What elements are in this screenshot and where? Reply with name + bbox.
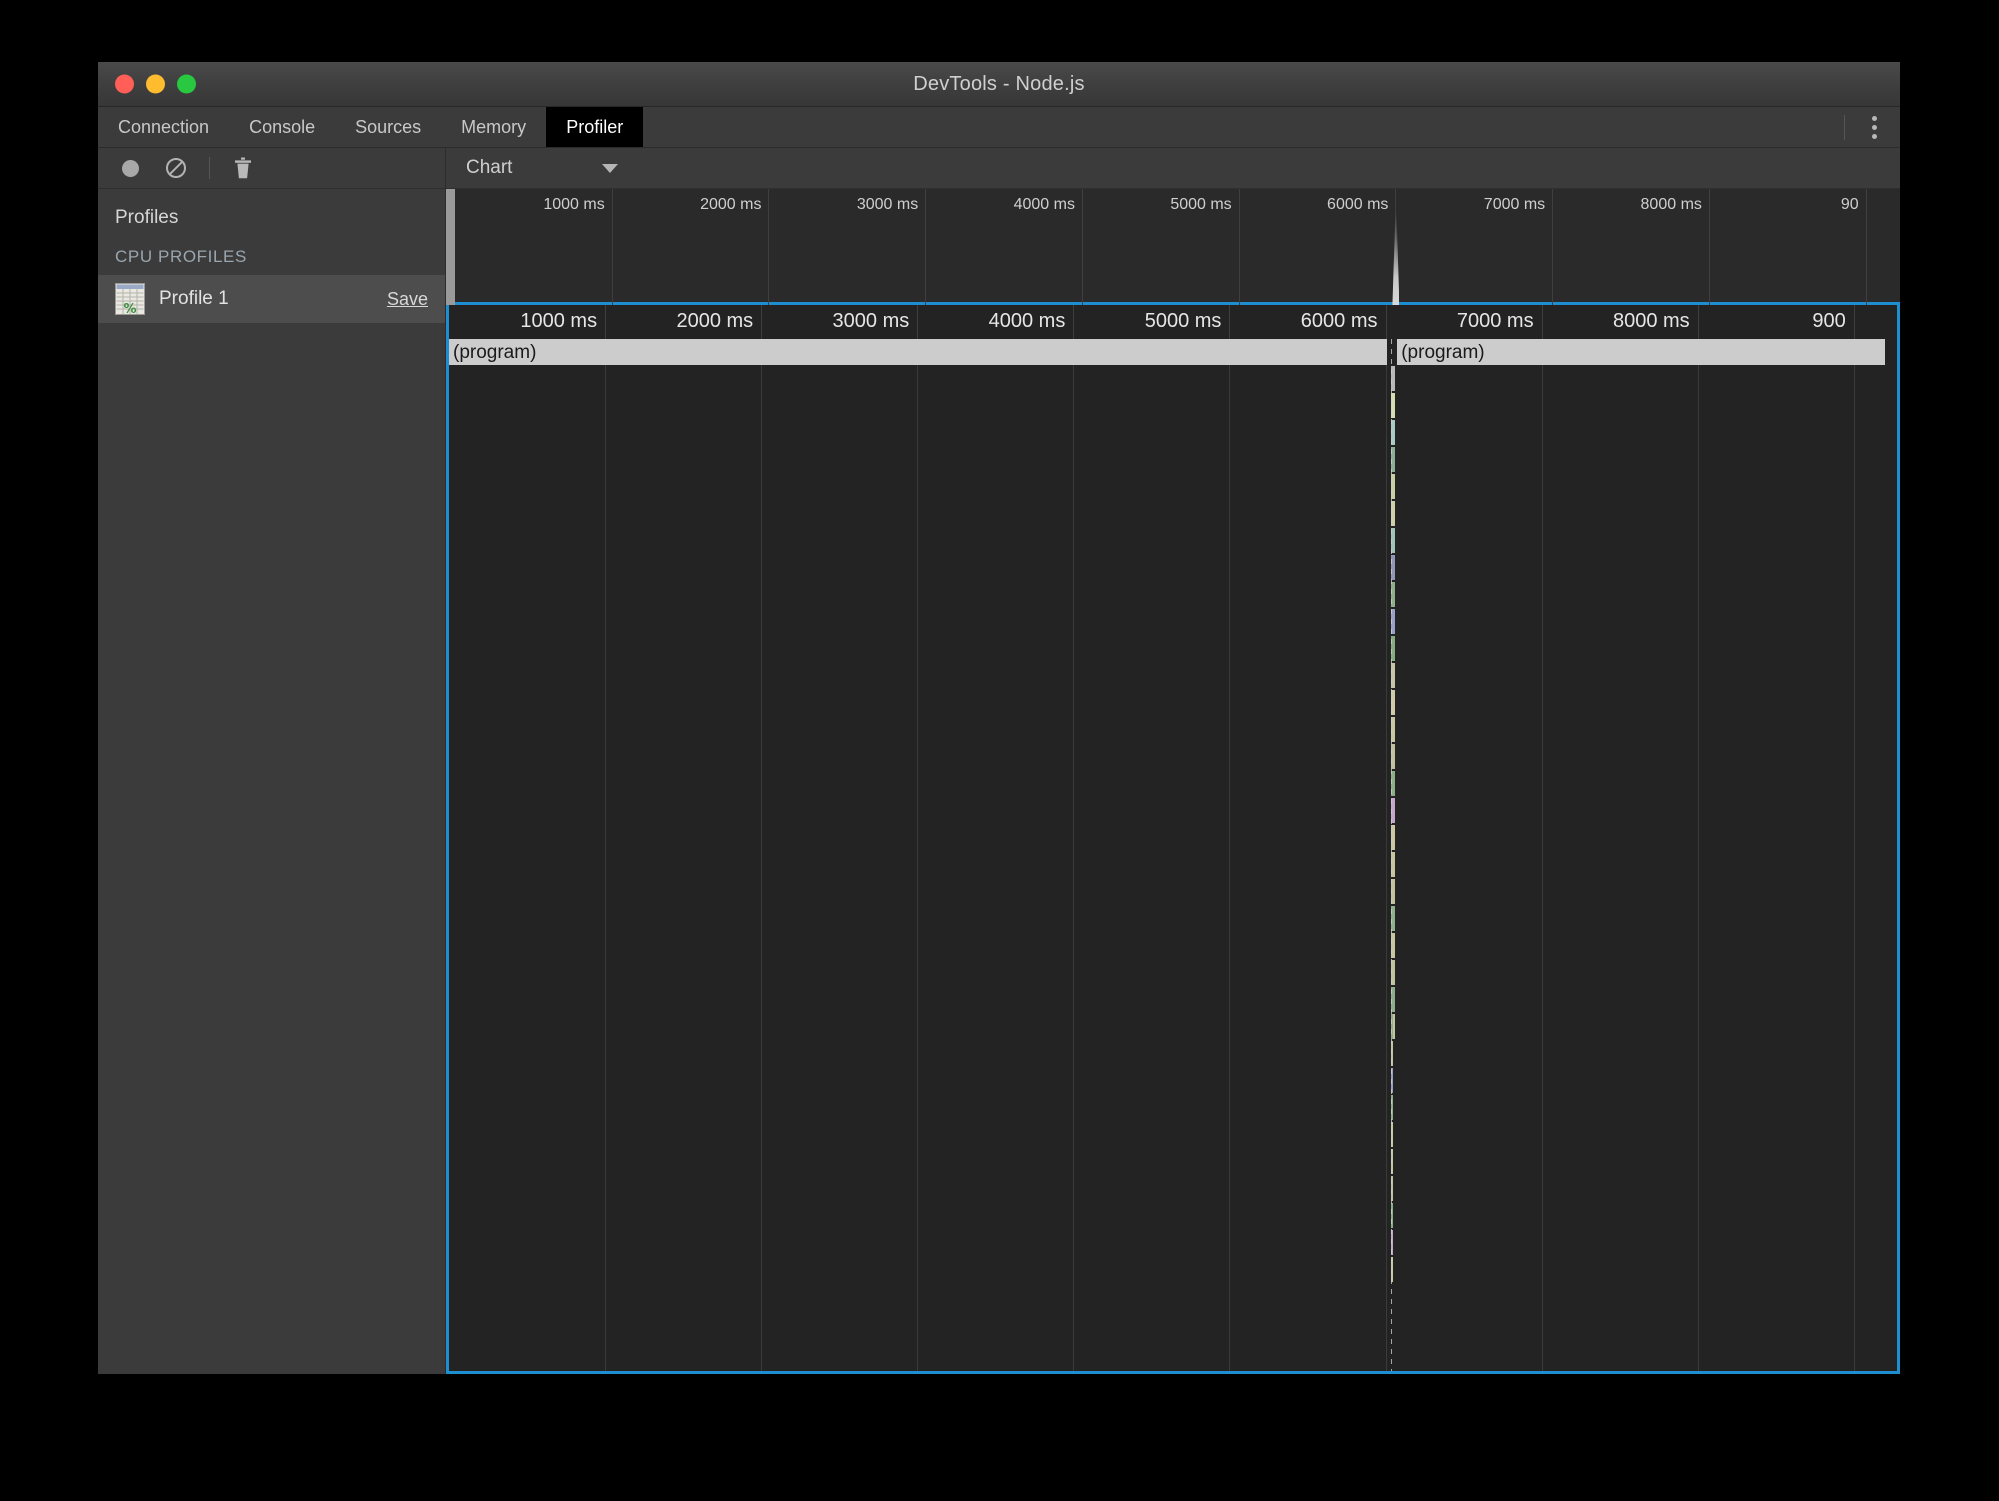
flame-selection-marker: [1390, 339, 1392, 1371]
overview-tick: [1552, 189, 1554, 305]
flame-ruler-tick: [1229, 305, 1231, 339]
flame-ruler-label: 1000 ms: [520, 310, 598, 332]
overview-tick-label: 4000 ms: [1013, 196, 1075, 213]
overview-tick: [768, 189, 770, 305]
overview-tick: [1238, 189, 1240, 305]
tab-sources[interactable]: Sources: [335, 107, 441, 147]
tab-strip-right: [1844, 107, 1900, 147]
record-circle-icon: [121, 159, 139, 177]
flame-ruler-label: 5000 ms: [1144, 310, 1222, 332]
tab-profiler[interactable]: Profiler: [546, 107, 644, 147]
flame-grid-line: [1073, 305, 1075, 1371]
overview-tick: [1865, 189, 1867, 305]
profile-name-label: Profile 1: [159, 288, 229, 309]
profiler-toolbar: Chart: [446, 148, 1900, 189]
flame-ruler-label: 900: [1812, 310, 1846, 332]
overview-tick: [1708, 189, 1710, 305]
flame-chart-canvas[interactable]: 1000 ms 2000 ms 3000 ms 4000 ms 5000 ms 6000 …: [449, 305, 1897, 1371]
flame-grid-line: [1853, 305, 1855, 1371]
delete-profile-button[interactable]: [228, 153, 258, 183]
view-mode-select[interactable]: Chart: [466, 157, 619, 179]
flame-ruler-label: 8000 ms: [1612, 310, 1690, 332]
flame-ruler-label: 6000 ms: [1300, 310, 1378, 332]
sidebar-toolbar: [98, 148, 445, 189]
title-bar: DevTools - Node.js: [98, 62, 1900, 107]
overview-tick: [925, 189, 927, 305]
profile-overview: 1000 ms 2000 ms 3000 ms 4000 ms 5000 ms 6000 …: [446, 189, 1900, 305]
record-button[interactable]: [115, 153, 145, 183]
no-entry-icon: [166, 158, 186, 178]
profile-list-item[interactable]: % Profile 1 Save: [98, 275, 445, 323]
flame-frame-label: (program): [1401, 342, 1485, 363]
zoom-window-button[interactable]: [177, 74, 196, 94]
overview-tick-label: 1000 ms: [543, 196, 605, 213]
flame-chart-container: 1000 ms 2000 ms 3000 ms 4000 ms 5000 ms 6000 …: [446, 305, 1900, 1374]
flame-ruler-tick: [1697, 305, 1699, 339]
toolbar-divider: [1844, 114, 1845, 140]
flame-ruler-tick: [761, 305, 763, 339]
overview-canvas[interactable]: 1000 ms 2000 ms 3000 ms 4000 ms 5000 ms 6000 …: [455, 189, 1900, 305]
clear-all-button[interactable]: [161, 153, 191, 183]
flame-frame[interactable]: (program): [1397, 339, 1885, 365]
flame-frame[interactable]: (program): [449, 339, 1388, 365]
toolbar-divider: [209, 157, 210, 179]
flame-ruler-tick: [605, 305, 607, 339]
overview-activity-spike: [1392, 212, 1400, 305]
flame-ruler-tick: [1385, 305, 1387, 339]
devtools-window: DevTools - Node.js Connection Console So…: [98, 62, 1900, 1374]
flame-ruler-tick: [1541, 305, 1543, 339]
flame-grid-line: [605, 305, 607, 1371]
svg-text:%: %: [123, 302, 136, 315]
profiler-main-panel: Chart 1000 ms 2000 ms 3000 ms 4000 ms 5000 m…: [446, 148, 1900, 1374]
close-window-button[interactable]: [115, 74, 134, 94]
view-mode-value: Chart: [466, 157, 513, 178]
flame-ruler-tick: [1073, 305, 1075, 339]
tab-connection[interactable]: Connection: [98, 107, 229, 147]
flame-grid-line: [1697, 305, 1699, 1371]
window-title: DevTools - Node.js: [913, 72, 1085, 95]
flame-grid-line: [761, 305, 763, 1371]
flame-ruler-label: 3000 ms: [832, 310, 910, 332]
save-profile-link[interactable]: Save: [387, 289, 428, 310]
flame-ruler-tick: [1853, 305, 1855, 339]
overview-tick-label: 90: [1840, 196, 1859, 213]
profile-sheet-icon: %: [115, 283, 145, 315]
flame-frame-label: (program): [453, 342, 537, 363]
tab-strip: Connection Console Sources Memory Profil…: [98, 107, 1900, 148]
tab-memory[interactable]: Memory: [441, 107, 546, 147]
overview-tick: [1081, 189, 1083, 305]
overview-tick-label: 6000 ms: [1327, 196, 1389, 213]
overview-tick-label: 8000 ms: [1640, 196, 1702, 213]
trash-icon: [235, 157, 251, 178]
profiles-panel-title: Profiles: [115, 207, 179, 228]
flame-grid-line: [917, 305, 919, 1371]
kebab-menu-icon[interactable]: [1867, 110, 1882, 145]
flame-ruler-label: 4000 ms: [988, 310, 1066, 332]
flame-grid-line: [1541, 305, 1543, 1371]
overview-tick-label: 3000 ms: [856, 196, 919, 213]
flame-chart-ruler: 1000 ms 2000 ms 3000 ms 4000 ms 5000 ms 6000 …: [449, 305, 1897, 339]
profiles-sidebar: Profiles CPU PROFILES % Profile 1 Save: [98, 148, 446, 1374]
cpu-profiles-section-title: CPU PROFILES: [115, 247, 247, 266]
chevron-down-icon: [602, 163, 619, 173]
minimize-window-button[interactable]: [146, 74, 165, 94]
overview-selection-handle-left[interactable]: [446, 189, 455, 305]
overview-tick: [611, 189, 613, 305]
flame-ruler-tick: [917, 305, 919, 339]
flame-grid-line: [1385, 305, 1387, 1371]
flame-ruler-label: 7000 ms: [1456, 310, 1534, 332]
flame-grid-line: [1229, 305, 1231, 1371]
flame-ruler-label: 2000 ms: [676, 310, 754, 332]
window-controls: [115, 74, 196, 94]
window-body: Profiles CPU PROFILES % Profile 1 Save C…: [98, 148, 1900, 1374]
overview-tick-label: 5000 ms: [1170, 196, 1232, 213]
overview-tick-label: 2000 ms: [700, 196, 762, 213]
overview-tick-label: 7000 ms: [1483, 196, 1546, 213]
tab-console[interactable]: Console: [229, 107, 335, 147]
